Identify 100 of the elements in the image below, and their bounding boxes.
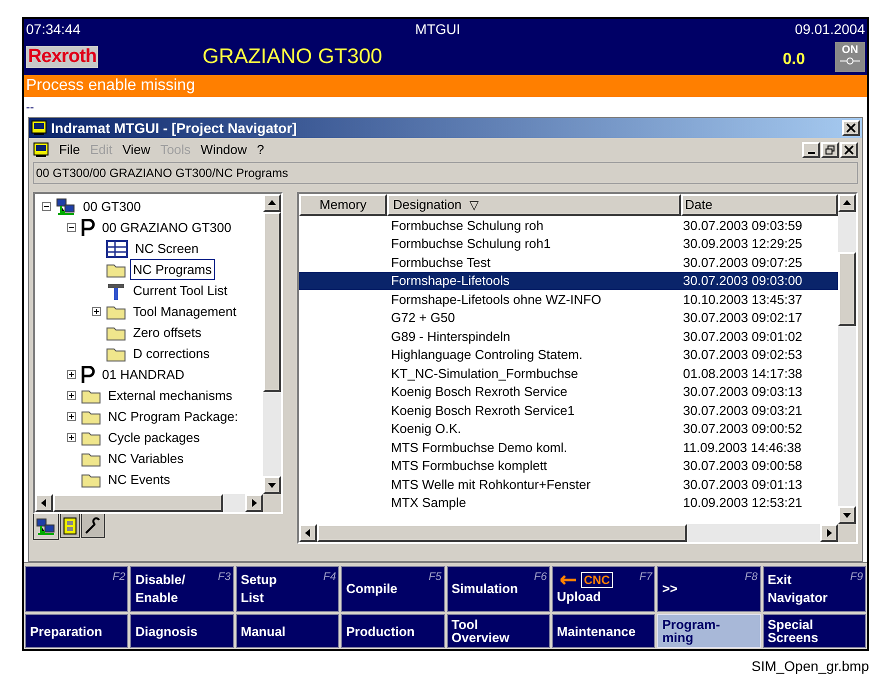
grid-icon — [106, 240, 128, 258]
tree-item[interactable]: Zero offsets — [130, 322, 204, 344]
designation-cell-text: Formshape-Lifetools — [391, 272, 510, 290]
tree-item[interactable]: Current Tool List — [130, 280, 230, 302]
scroll-left-button[interactable] — [299, 524, 317, 542]
scrollbar-thumb[interactable] — [317, 524, 687, 542]
tree-item[interactable]: NC Events — [105, 468, 174, 490]
designation-cell-text: MTS Formbuchse komplett — [391, 457, 548, 475]
scroll-right-button[interactable] — [820, 524, 838, 542]
tree-item[interactable]: NC Variables — [105, 448, 187, 470]
machine-name: GRAZIANO GT300 — [202, 44, 382, 70]
area-tab[interactable]: Diagnosis — [130, 614, 234, 648]
close-button[interactable] — [842, 120, 860, 136]
area-tab[interactable]: Maintenance — [552, 614, 656, 648]
menu-item[interactable]: Window — [200, 140, 247, 160]
table-row[interactable]: Koenig O.K. 30.07.2003 09:00:52 — [299, 420, 838, 438]
menu-item[interactable]: ? — [256, 140, 264, 160]
column-header[interactable]: Date — [681, 194, 838, 216]
date-cell-text: 30.07.2003 09:03:00 — [683, 272, 802, 290]
table-row[interactable]: Koenig Bosch Rexroth Service 30.07.2003 09:03:13 — [299, 382, 838, 401]
tree-item[interactable]: External mechanisms — [105, 384, 236, 406]
expand-toggle[interactable] — [92, 307, 101, 316]
scroll-left-button[interactable] — [35, 494, 53, 512]
table-row[interactable]: Formbuchse Schulung roh1 30.09.2003 12:29:25 — [299, 234, 838, 253]
image-caption: SIM_Open_gr.bmp — [751, 657, 869, 676]
expand-toggle[interactable] — [67, 412, 76, 421]
scroll-up-button[interactable] — [838, 194, 856, 212]
view-tab[interactable] — [33, 514, 59, 540]
panel-icon — [63, 516, 77, 534]
designation-cell-text: Koenig Bosch Rexroth Service1 — [391, 402, 576, 420]
tree-item[interactable]: NC Programs — [130, 258, 215, 280]
area-tab[interactable]: Manual — [236, 614, 340, 648]
restore-button[interactable] — [821, 142, 839, 158]
column-header[interactable]: Memory — [299, 194, 387, 216]
softkey-button[interactable]: Exit Navigator F9 — [762, 566, 866, 612]
close-button[interactable] — [840, 142, 858, 158]
softkey-button[interactable]: >> F8 — [657, 566, 761, 612]
tree-item[interactable]: NC Screen — [132, 238, 202, 260]
designation-cell-text: Formshape-Lifetools ohne WZ-INFO — [391, 290, 602, 309]
table-row[interactable]: Koenig Bosch Rexroth Service1 30.07.2003 09:03:21 — [299, 401, 838, 420]
table-row[interactable]: G72 + G50 30.07.2003 09:02:17 — [299, 308, 838, 327]
expand-toggle[interactable] — [67, 433, 76, 442]
menu-item[interactable]: View — [122, 140, 150, 160]
table-row[interactable]: MTS Welle mit Rohkontur+Fenster 30.07.2003 09:01:13 — [299, 475, 838, 494]
app-icon — [31, 120, 47, 136]
table-row[interactable]: Formbuchse Schulung roh 30.07.2003 09:03:59 — [299, 216, 838, 234]
folder-icon — [106, 346, 126, 362]
designation-cell-text: G89 - Hinterspindeln — [391, 328, 512, 346]
table-row[interactable]: MTS Formbuchse Demo koml. 11.09.2003 14:46:38 — [299, 438, 838, 456]
area-tab[interactable]: Program- ming — [657, 614, 761, 648]
on-indicator: ON — [835, 42, 865, 72]
softkey-button[interactable]: Disable/ Enable F3 — [130, 566, 234, 612]
scroll-right-button[interactable] — [245, 494, 263, 512]
table-row[interactable]: Formshape-Lifetools 30.07.2003 09:03:00 — [299, 272, 838, 290]
scroll-down-button[interactable] — [838, 506, 856, 524]
function-key-label: F8 — [744, 570, 758, 585]
view-tab[interactable] — [60, 514, 80, 538]
table-row[interactable]: Highlanguage Controling Statem. 30.07.2003 09:02:53 — [299, 346, 838, 364]
view-tab[interactable] — [81, 514, 105, 538]
softkey-button[interactable]: F2 — [25, 566, 128, 612]
minimize-button[interactable] — [802, 142, 820, 158]
tree-item[interactable]: 00 GRAZIANO GT300 — [99, 216, 234, 238]
collapse-toggle[interactable] — [42, 202, 51, 211]
area-tab[interactable]: Special Screens — [762, 614, 866, 648]
collapse-toggle[interactable] — [67, 223, 76, 232]
window-title: Indramat MTGUI - [Project Navigator] — [51, 118, 297, 138]
designation-cell-text: MTS Welle mit Rohkontur+Fenster — [391, 476, 592, 494]
scrollbar-thumb[interactable] — [263, 212, 281, 392]
scroll-down-button[interactable] — [263, 476, 281, 494]
table-row[interactable]: G89 - Hinterspindeln 30.07.2003 09:01:02 — [299, 327, 838, 346]
expand-toggle[interactable] — [67, 370, 76, 379]
area-tab[interactable]: Production — [341, 614, 444, 648]
menu-item[interactable]: File — [59, 140, 80, 160]
table-row[interactable]: Formbuchse Test 30.07.2003 09:07:25 — [299, 253, 838, 272]
scrollbar-thumb[interactable] — [838, 252, 856, 326]
tree-item[interactable]: D corrections — [130, 342, 213, 364]
area-tab[interactable]: Preparation — [25, 614, 128, 648]
designation-cell-text: Koenig O.K. — [391, 420, 462, 438]
softkey-button[interactable]: CNC Upload F7 — [552, 566, 656, 612]
current-date: 09.01.2004 — [794, 20, 865, 38]
tree-item[interactable]: 00 GT300 — [80, 196, 144, 218]
softkey-button[interactable]: Simulation F6 — [446, 566, 550, 612]
tree-item[interactable]: NC Program Package: — [105, 406, 242, 428]
tree-item[interactable]: Tool Management — [130, 300, 240, 322]
folder-icon — [81, 388, 101, 404]
table-row[interactable]: Formshape-Lifetools ohne WZ-INFO 10.10.2003 13:45:37 — [299, 290, 838, 308]
table-row[interactable]: MTX Sample 10.09.2003 12:53:21 — [299, 494, 838, 512]
scroll-up-button[interactable] — [263, 194, 281, 212]
area-tab[interactable]: Tool Overview — [446, 614, 550, 648]
tree-item[interactable]: 01 HANDRAD — [99, 364, 188, 386]
expand-toggle[interactable] — [67, 391, 76, 400]
designation-cell-text: Highlanguage Controling Statem. — [391, 346, 584, 364]
info-line: -- — [25, 99, 35, 116]
scrollbar-thumb[interactable] — [53, 494, 223, 512]
column-header[interactable]: Designation ▽ — [387, 194, 681, 216]
table-row[interactable]: KT_NC-Simulation_Formbuchse 01.08.2003 14:17:38 — [299, 364, 838, 382]
table-row[interactable]: MTS Formbuchse komplett 30.07.2003 09:00:58 — [299, 456, 838, 475]
softkey-button[interactable]: Compile F5 — [341, 566, 444, 612]
tree-item[interactable]: Cycle packages — [105, 426, 203, 448]
softkey-button[interactable]: Setup List F4 — [236, 566, 340, 612]
